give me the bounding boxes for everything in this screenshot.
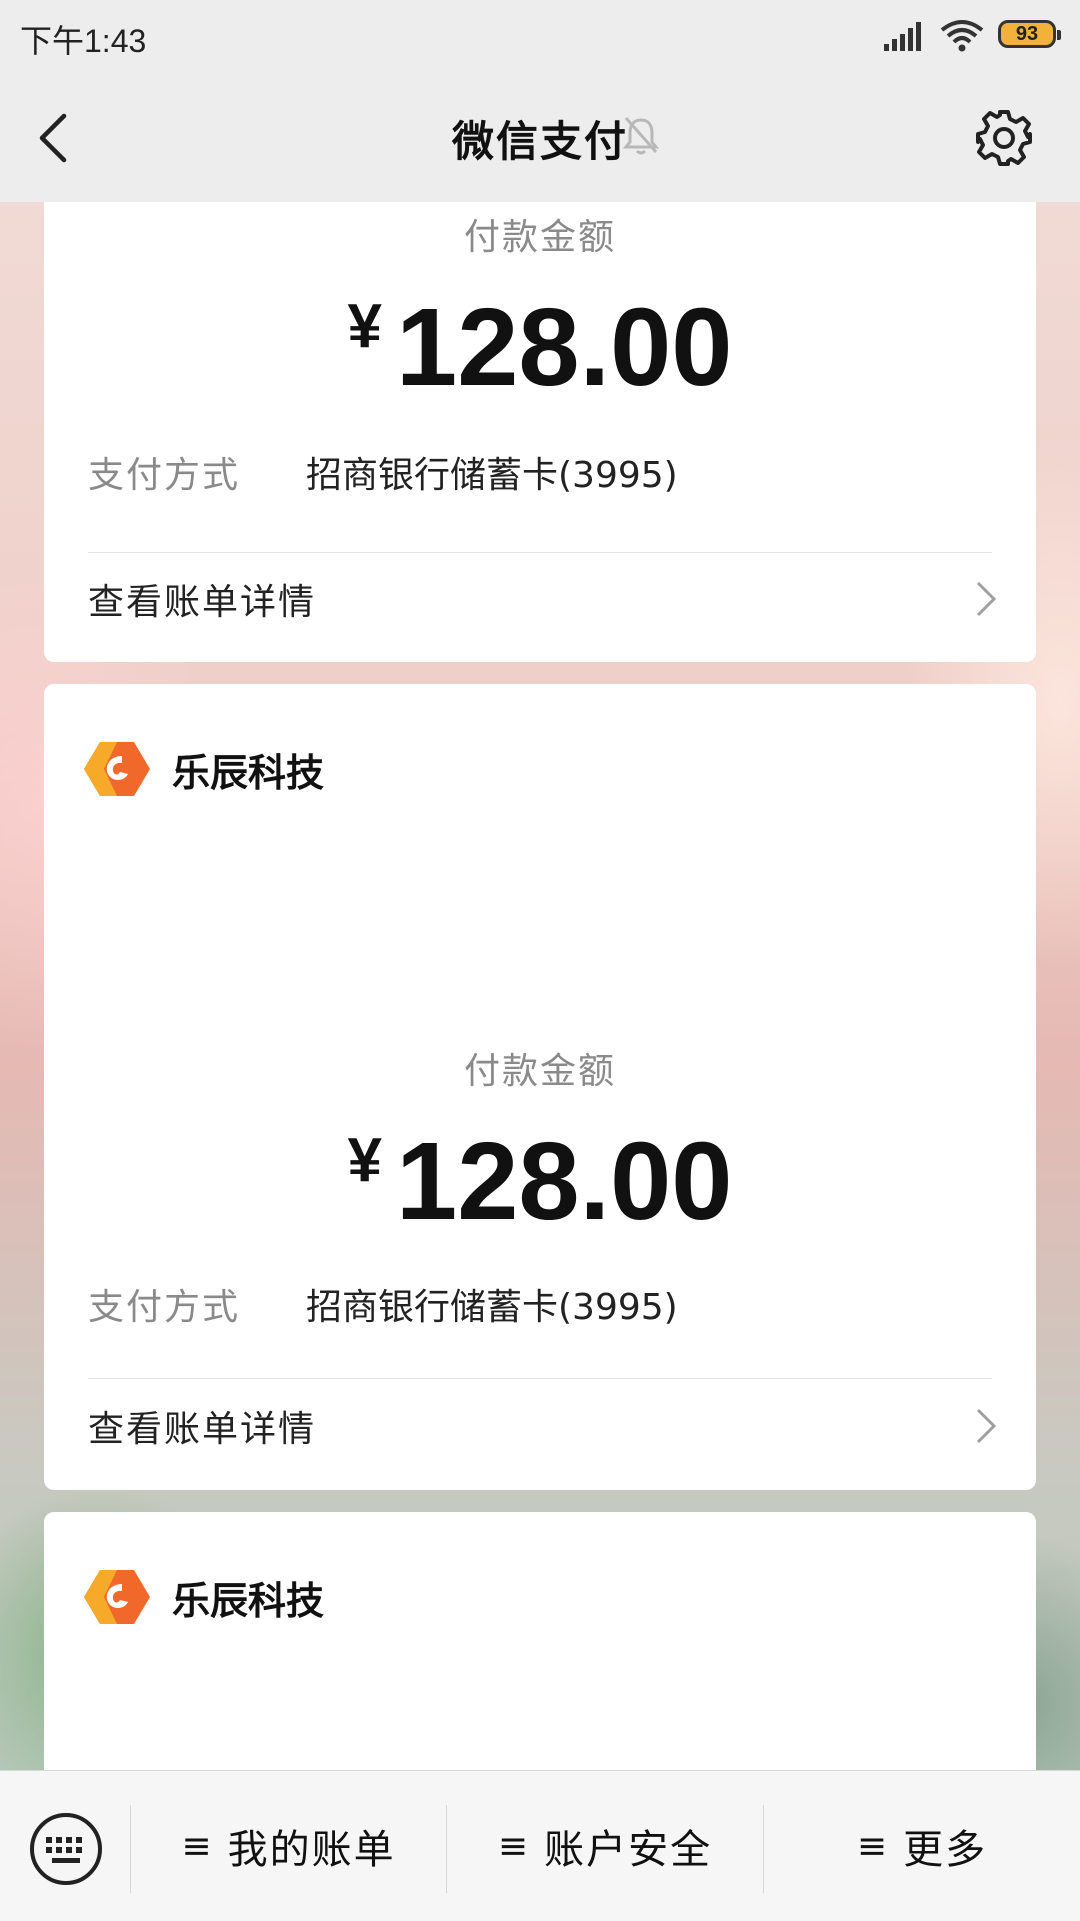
menu-account-security[interactable]: ≡ 账户安全 xyxy=(447,1771,763,1921)
battery-level: 93 xyxy=(1015,22,1039,45)
status-time: 下午1:43 xyxy=(20,23,147,59)
wifi-icon xyxy=(940,20,984,52)
merchant-header: 乐辰科技 xyxy=(84,1568,324,1626)
payment-card: 乐辰科技 xyxy=(44,1512,1036,1772)
currency-symbol: ¥ xyxy=(347,292,383,361)
battery-indicator: 93 xyxy=(998,20,1061,48)
chevron-right-icon xyxy=(976,581,997,617)
gear-icon[interactable] xyxy=(974,108,1034,168)
mute-bell-icon xyxy=(622,117,660,155)
pay-method-value: 招商银行储蓄卡(3995) xyxy=(306,455,678,496)
merchant-header: 乐辰科技 xyxy=(84,740,324,798)
bill-link-label: 查看账单详情 xyxy=(88,1409,317,1450)
payment-card: 付款金额 ¥128.00 支付方式 招商银行储蓄卡(3995) 查看账单详情 xyxy=(44,202,1036,662)
pay-method-row: 支付方式 招商银行储蓄卡(3995) xyxy=(88,1278,678,1330)
bill-link-label: 查看账单详情 xyxy=(88,582,317,623)
divider xyxy=(88,1378,992,1379)
menu-more[interactable]: ≡ 更多 xyxy=(764,1771,1080,1921)
chevron-right-icon xyxy=(976,1408,997,1444)
signal-icon xyxy=(884,22,921,51)
merchant-name: 乐辰科技 xyxy=(172,1578,325,1623)
keyboard-icon[interactable] xyxy=(28,1811,104,1887)
pay-method-label: 支付方式 xyxy=(88,1287,241,1328)
status-bar: 下午1:43 93 xyxy=(0,0,1080,74)
page-title: 微信支付 xyxy=(451,117,628,166)
merchant-logo-icon xyxy=(84,742,150,796)
amount-value: 128.00 xyxy=(396,286,733,409)
amount-label: 付款金额 xyxy=(463,217,616,258)
menu-label: 我的账单 xyxy=(227,1827,396,1873)
nav-bar: 微信支付 xyxy=(0,74,1080,202)
merchant-logo-icon xyxy=(84,1570,150,1624)
payment-amount: ¥128.00 xyxy=(44,1118,1036,1245)
bottom-menu-bar: ≡ 我的账单 ≡ 账户安全 ≡ 更多 xyxy=(0,1770,1080,1921)
menu-my-bills[interactable]: ≡ 我的账单 xyxy=(131,1771,446,1921)
menu-label: 更多 xyxy=(903,1827,988,1873)
menu-lines-icon: ≡ xyxy=(856,1825,890,1867)
menu-lines-icon: ≡ xyxy=(181,1825,214,1867)
menu-lines-icon: ≡ xyxy=(497,1825,531,1867)
view-bill-details-link[interactable]: 查看账单详情 xyxy=(88,553,1008,645)
payment-amount: ¥128.00 xyxy=(44,284,1036,411)
pay-method-value: 招商银行储蓄卡(3995) xyxy=(306,1287,678,1328)
currency-symbol: ¥ xyxy=(347,1126,383,1195)
pay-method-row: 支付方式 招商银行储蓄卡(3995) xyxy=(88,446,678,498)
pay-method-label: 支付方式 xyxy=(88,455,241,496)
menu-label: 账户安全 xyxy=(544,1827,713,1873)
payment-card: 乐辰科技 付款金额 ¥128.00 支付方式 招商银行储蓄卡(3995) 查看账单… xyxy=(44,684,1036,1490)
amount-value: 128.00 xyxy=(396,1120,733,1243)
view-bill-details-link[interactable]: 查看账单详情 xyxy=(88,1380,1008,1472)
amount-label: 付款金额 xyxy=(463,1051,616,1092)
merchant-name: 乐辰科技 xyxy=(172,750,325,795)
